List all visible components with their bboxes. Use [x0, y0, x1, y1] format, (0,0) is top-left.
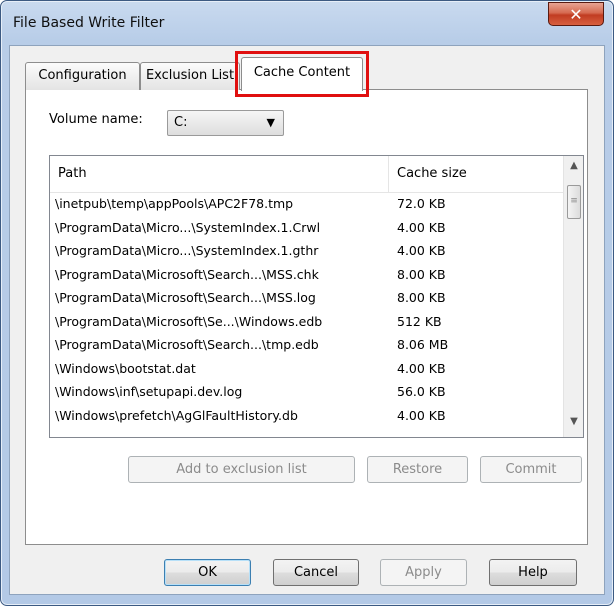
list-item[interactable]: \Windows\prefetch\AgGlFaultHistory.db 4.0…	[50, 404, 563, 428]
button-label: Restore	[392, 462, 443, 477]
button-label: Commit	[505, 462, 557, 477]
item-path: \ProgramData\Microsoft\Search...\MSS.log	[55, 290, 316, 305]
item-cache-size: 512 KB	[397, 313, 442, 329]
scroll-up-arrow-icon[interactable]: ▲	[564, 160, 583, 176]
item-path: \inetpub\temp\appPools\APC2F78.tmp	[55, 196, 294, 211]
cache-content-list[interactable]: Path Cache size \inetpub\temp\appPools\A…	[49, 155, 584, 438]
list-item[interactable]: \Windows\inf\setupapi.dev.log 56.0 KB	[50, 380, 563, 404]
item-cache-size: 72.0 KB	[397, 196, 446, 211]
volume-name-label: Volume name:	[49, 112, 143, 127]
item-path: \ProgramData\Micro...\SystemIndex.1.gthr	[55, 243, 319, 258]
list-header: Path Cache size	[50, 156, 563, 193]
button-label: Cancel	[293, 565, 339, 580]
window-title: File Based Write Filter	[13, 15, 165, 31]
tab-label: Exclusion List	[145, 68, 235, 83]
list-item[interactable]: \Windows\bootstat.dat 4.00 KB	[50, 357, 563, 381]
apply-button[interactable]: Apply	[380, 559, 467, 586]
item-path: \ProgramData\Microsoft\Search...\MSS.chk	[55, 266, 319, 282]
list-item[interactable]: \inetpub\temp\appPools\APC2F78.tmp 72.0 K…	[50, 192, 563, 216]
button-label: Help	[518, 565, 548, 580]
item-cache-size: 56.0 KB	[397, 384, 446, 399]
button-label: OK	[198, 565, 217, 580]
scrollbar-thumb[interactable]: ≡	[567, 185, 581, 219]
title-bar[interactable]: File Based Write Filter ✕	[1, 1, 614, 45]
item-cache-size: 4.00 KB	[397, 407, 446, 423]
cancel-button[interactable]: Cancel	[273, 559, 359, 586]
highlight-box	[235, 51, 369, 97]
volume-select[interactable]: C: ▼	[167, 110, 284, 136]
item-cache-size: 4.00 KB	[397, 243, 446, 258]
item-cache-size: 8.00 KB	[397, 290, 446, 305]
button-label: Apply	[405, 565, 442, 580]
commit-button[interactable]: Commit	[480, 456, 582, 483]
vertical-scrollbar[interactable]: ▲ ≡ ▼	[563, 156, 583, 437]
item-path: \Windows\inf\setupapi.dev.log	[55, 384, 243, 399]
scroll-down-arrow-icon[interactable]: ▼	[564, 416, 583, 432]
ok-button[interactable]: OK	[164, 559, 251, 586]
list-item[interactable]: \ProgramData\Microsoft\Se...\Windows.edb…	[50, 310, 563, 334]
item-path: \ProgramData\Micro...\SystemIndex.1.Crwl	[55, 219, 321, 235]
item-path: \Windows\bootstat.dat	[55, 360, 196, 376]
list-item[interactable]: \ProgramData\Microsoft\Search...\tmp.edb…	[50, 333, 563, 357]
item-cache-size: 8.06 MB	[397, 337, 449, 352]
list-item[interactable]: \ProgramData\Micro...\SystemIndex.1.gthr…	[50, 239, 563, 263]
column-header-cache-size[interactable]: Cache size	[397, 166, 467, 181]
tab-label: Configuration	[38, 68, 127, 83]
item-path: \Windows\prefetch\AgGlFaultHistory.db	[55, 407, 298, 423]
item-path: \ProgramData\Microsoft\Search...\tmp.edb	[55, 337, 319, 352]
list-rows: \inetpub\temp\appPools\APC2F78.tmp 72.0 K…	[50, 192, 563, 427]
item-cache-size: 8.00 KB	[397, 266, 446, 282]
close-icon: ✕	[569, 5, 583, 24]
restore-button[interactable]: Restore	[367, 456, 468, 483]
item-path: \ProgramData\Microsoft\Se...\Windows.edb	[55, 313, 323, 329]
tab-configuration[interactable]: Configuration	[25, 62, 140, 90]
close-button[interactable]: ✕	[548, 2, 604, 26]
add-to-exclusion-list-button[interactable]: Add to exclusion list	[128, 456, 355, 483]
list-item[interactable]: \ProgramData\Microsoft\Search...\MSS.log…	[50, 286, 563, 310]
list-item[interactable]: \ProgramData\Micro...\SystemIndex.1.Crwl…	[50, 216, 563, 240]
item-cache-size: 4.00 KB	[397, 360, 446, 376]
button-label: Add to exclusion list	[176, 462, 307, 477]
help-button[interactable]: Help	[489, 559, 577, 586]
column-divider[interactable]	[388, 156, 389, 192]
list-item[interactable]: \ProgramData\Microsoft\Search...\MSS.chk…	[50, 263, 563, 287]
column-header-path[interactable]: Path	[58, 166, 87, 181]
volume-selected-value: C:	[174, 115, 188, 130]
chevron-down-icon: ▼	[266, 116, 275, 129]
tab-exclusion-list[interactable]: Exclusion List	[140, 62, 240, 90]
item-cache-size: 4.00 KB	[397, 219, 446, 235]
